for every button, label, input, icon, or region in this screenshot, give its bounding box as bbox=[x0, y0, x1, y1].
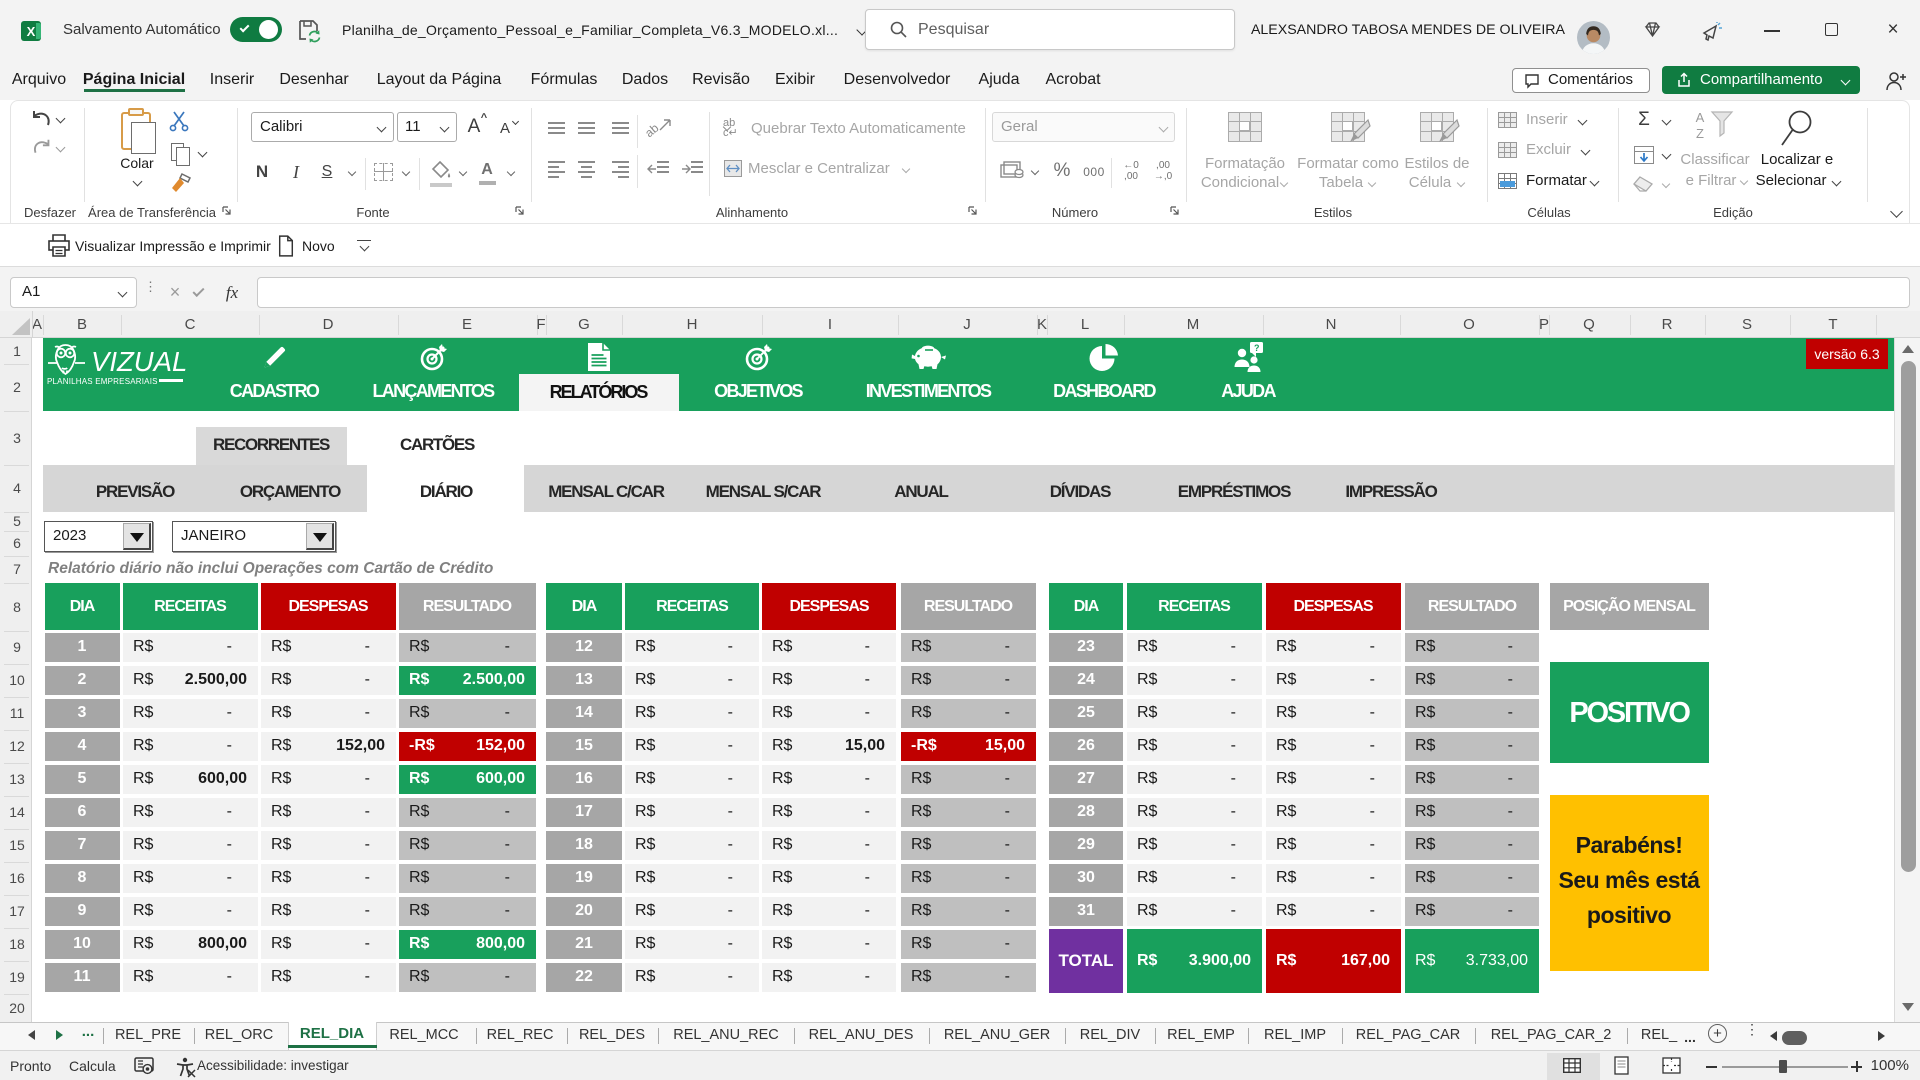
svg-text:PLANILHAS EMPRESARIAIS: PLANILHAS EMPRESARIAIS bbox=[47, 377, 158, 386]
svg-text:VIZUAL: VIZUAL bbox=[91, 346, 187, 377]
svg-text:?: ? bbox=[1254, 343, 1260, 353]
